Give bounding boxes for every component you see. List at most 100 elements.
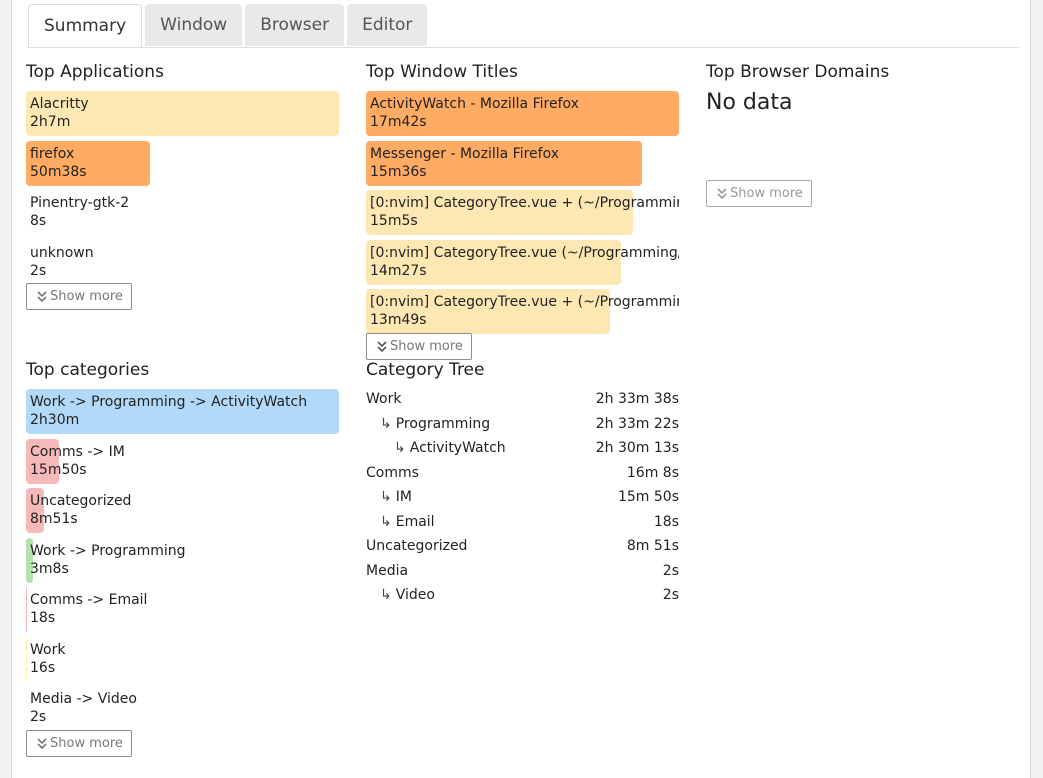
item-name: unknown — [30, 244, 94, 261]
list-item[interactable]: Media -> Video 2s — [26, 686, 339, 731]
tree-row[interactable]: ↳ IM 15m 50s — [366, 485, 679, 510]
list-item[interactable]: Work 16s — [26, 636, 339, 682]
tree-row[interactable]: Media 2s — [366, 559, 679, 584]
bar-label: [0:nvim] CategoryTree.vue + (~/Programmi… — [370, 293, 679, 329]
item-name: [0:nvim] CategoryTree.vue + (~/Programmi… — [370, 195, 679, 211]
bar-label: Uncategorized 8m51s — [30, 492, 131, 528]
item-duration: 18s — [30, 610, 56, 626]
bar-label: Alacritty 2h7m — [30, 95, 89, 131]
category-duration: 8m 51s — [626, 538, 679, 554]
category-tree: Work 2h 33m 38s ↳ Programming 2h 33m 22s ↳ Act… — [366, 387, 679, 608]
bar-label: firefox 50m38s — [30, 145, 87, 181]
bar-label: Work -> Programming 3m8s — [30, 542, 186, 578]
category-name: IM — [395, 489, 412, 505]
item-duration: 15m36s — [370, 163, 427, 180]
tree-row[interactable]: ↳ Video 2s — [366, 583, 679, 608]
tree-row-name: Uncategorized — [366, 534, 467, 559]
tab-window[interactable]: Window — [145, 4, 243, 46]
top-window-titles-list: ActivityWatch - Mozilla Firefox 17m42s Mes… — [366, 91, 679, 339]
category-name: Media — [366, 562, 409, 579]
tree-row-name: Media — [366, 559, 408, 584]
item-duration: 2s — [30, 709, 47, 725]
item-name: Comms -> IM — [30, 443, 125, 460]
top-categories-list: Work -> Programming -> ActivityWatch 2h30… — [26, 389, 339, 736]
item-name: Work -> Programming — [30, 542, 186, 559]
tree-row[interactable]: Work 2h 33m 38s — [366, 387, 679, 412]
tree-row-name: ↳ ActivityWatch — [366, 436, 506, 461]
item-name: [0:nvim] CategoryTree.vue (~/Programming… — [370, 244, 679, 261]
show-more-label: Show more — [50, 289, 123, 304]
tab-editor[interactable]: Editor — [347, 4, 428, 46]
item-duration: 2s — [30, 262, 47, 279]
chevrons-down-icon — [37, 290, 47, 302]
subcategory-arrow-icon: ↳ — [380, 587, 392, 603]
bar-label: Media -> Video 2s — [30, 690, 137, 726]
item-duration: 15m50s — [30, 461, 87, 478]
tree-row[interactable]: ↳ ActivityWatch 2h 30m 13s — [366, 436, 679, 461]
category-duration: 2h 33m 22s — [595, 415, 679, 432]
category-name: Work — [366, 391, 402, 407]
subcategory-arrow-icon: ↳ — [380, 415, 392, 432]
bar-label: [0:nvim] CategoryTree.vue (~/Programming… — [370, 244, 679, 280]
bar-label: ActivityWatch - Mozilla Firefox 17m42s — [370, 95, 579, 131]
bar-label: Comms -> Email 18s — [30, 591, 147, 627]
category-duration: 16m 8s — [626, 464, 679, 481]
top-applications-show-more-button[interactable]: Show more — [26, 283, 132, 310]
top-categories-show-more-button[interactable]: Show more — [26, 730, 132, 757]
bar-label: Work -> Programming -> ActivityWatch 2h30… — [30, 393, 307, 429]
item-name: ActivityWatch - Mozilla Firefox — [370, 96, 579, 112]
tree-row[interactable]: Comms 16m 8s — [366, 461, 679, 486]
category-name: Uncategorized — [366, 538, 468, 554]
item-name: Pinentry-gtk-2 — [30, 195, 130, 211]
tree-row-name: Comms — [366, 461, 419, 486]
show-more-label: Show more — [390, 339, 463, 354]
list-item[interactable]: [0:nvim] CategoryTree.vue + (~/Programmi… — [366, 289, 679, 334]
tree-row[interactable]: Uncategorized 8m 51s — [366, 534, 679, 559]
top-categories-title: Top categories — [26, 360, 150, 380]
item-name: Messenger - Mozilla Firefox — [370, 145, 559, 162]
list-item[interactable]: firefox 50m38s — [26, 140, 339, 186]
list-item[interactable]: Messenger - Mozilla Firefox 15m36s — [366, 140, 679, 186]
list-item[interactable]: Work -> Programming 3m8s — [26, 537, 339, 583]
top-window-titles-show-more-button[interactable]: Show more — [366, 333, 472, 360]
subcategory-arrow-icon: ↳ — [380, 513, 392, 530]
chevrons-down-icon — [717, 187, 727, 199]
category-name: Email — [395, 513, 435, 530]
top-window-titles-title: Top Window Titles — [366, 62, 518, 82]
list-item[interactable]: Work -> Programming -> ActivityWatch 2h30… — [26, 389, 339, 434]
tab-summary[interactable]: Summary — [28, 4, 143, 48]
item-duration: 50m38s — [30, 163, 87, 180]
item-name: Work — [30, 641, 66, 658]
top-applications-list: Alacritty 2h7m firefox 50m38s Pinentry-gtk-2… — [26, 91, 339, 289]
item-name: Comms -> Email — [30, 592, 148, 608]
bar-label: Comms -> IM 15m50s — [30, 443, 125, 479]
item-name: Media -> Video — [30, 691, 137, 707]
list-item[interactable]: Comms -> Email 18s — [26, 587, 339, 632]
top-browser-domains-show-more-button[interactable]: Show more — [706, 180, 812, 207]
list-item[interactable]: [0:nvim] CategoryTree.vue + (~/Programmi… — [366, 190, 679, 235]
top-applications-title: Top Applications — [26, 62, 164, 82]
item-duration: 17m42s — [370, 114, 427, 130]
tab-browser[interactable]: Browser — [245, 4, 345, 46]
category-name: Programming — [395, 415, 491, 432]
list-item[interactable]: Pinentry-gtk-2 8s — [26, 190, 339, 235]
list-item[interactable]: Comms -> IM 15m50s — [26, 438, 339, 484]
category-duration: 2h 30m 13s — [595, 440, 679, 456]
tab-bar: Summary Window Browser Editor — [28, 4, 428, 48]
tree-row-name: ↳ Email — [366, 510, 435, 535]
category-duration: 18s — [653, 513, 679, 530]
category-tree-title: Category Tree — [366, 360, 485, 380]
list-item[interactable]: ActivityWatch - Mozilla Firefox 17m42s — [366, 91, 679, 136]
list-item[interactable]: [0:nvim] CategoryTree.vue (~/Programming… — [366, 239, 679, 285]
summary-panel: Summary Window Browser Editor Top Applic… — [11, 0, 1031, 778]
tree-row[interactable]: ↳ Programming 2h 33m 22s — [366, 412, 679, 437]
list-item[interactable]: Alacritty 2h7m — [26, 91, 339, 136]
tree-row-name: ↳ IM — [366, 485, 412, 510]
list-item[interactable]: unknown 2s — [26, 240, 339, 285]
tree-row[interactable]: ↳ Email 18s — [366, 510, 679, 535]
bar-fill — [26, 587, 27, 632]
no-data-text: No data — [706, 90, 793, 115]
chevrons-down-icon — [37, 737, 47, 749]
list-item[interactable]: Uncategorized 8m51s — [26, 488, 339, 533]
item-duration: 2h30m — [30, 412, 80, 428]
